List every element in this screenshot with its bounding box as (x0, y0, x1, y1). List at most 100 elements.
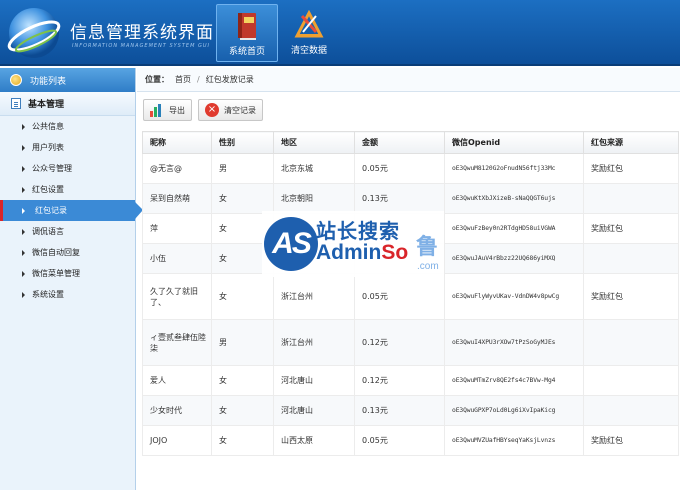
table-cell: 河北唐山 (273, 365, 355, 396)
globe-logo-icon (7, 8, 61, 58)
column-header: 金额 (354, 131, 445, 154)
table-row[interactable]: ィ壹贰叁肆伍陸柒男浙江台州 0.12元 oE3QwuI4XPU3rXOw7tPzSo… (142, 319, 679, 366)
table-cell: 女 (211, 365, 274, 396)
sidebar-heading: 功能列表 (30, 76, 67, 87)
sidebar-item[interactable]: 微信菜单管理 (0, 263, 135, 284)
clear-data-icon (294, 10, 324, 38)
nav-tab-clear-data[interactable]: 清空数据 (278, 4, 340, 62)
table-cell (583, 365, 679, 396)
export-button-label: 导出 (169, 105, 185, 115)
sidebar-group-label: 基本管理 (28, 100, 65, 110)
toolbar: 导出 × 清空记录 (137, 92, 680, 128)
table-cell: oE3QwuMVZUafHBYseqYaKsjLvnzs (444, 425, 584, 456)
sidebar-item[interactable]: 公众号管理 (0, 158, 135, 179)
sidebar-item-label: 微信菜单管理 (32, 269, 80, 278)
breadcrumb-current: 红包发放记录 (205, 75, 254, 84)
table-cell: oE3QwuFlyWyvUKav-VdnDW4v8pwCg (444, 273, 584, 320)
sidebar-item[interactable]: 微信自动回复 (0, 242, 135, 263)
breadcrumb-home[interactable]: 首页 (175, 74, 191, 85)
caret-right-icon (22, 124, 25, 130)
table-cell: 女 (211, 273, 274, 320)
table-row[interactable]: 久了久了就旧了、女浙江台州 0.05元 oE3QwuFlyWyvUKav-VdnDW… (142, 273, 679, 320)
caret-right-icon (22, 145, 25, 151)
sidebar-group-basic[interactable]: 基本管理 (0, 92, 135, 116)
table-row[interactable]: 爱人女河北唐山 0.12元 oE3QwuMTmZrv8QE2fs4c7BVw-Mg4 (142, 365, 679, 396)
close-circle-icon: × (205, 103, 219, 117)
main-content: 位置： 首页 / 红包发放记录 导出 × 清空记录 昵称 性别 地区 金额 微信Open… (137, 68, 680, 490)
table-cell: 久了久了就旧了、 (142, 273, 212, 320)
clear-records-button[interactable]: × 清空记录 (198, 99, 263, 121)
table-cell: oE3QwuJAuV4rBbzz22UQ686yiMXQ (444, 243, 584, 274)
watermark-brand-b: So (381, 241, 409, 264)
table-cell: 小伍 (142, 243, 212, 274)
caret-right-icon (22, 229, 25, 235)
red-packet-records-table: 昵称 性别 地区 金额 微信Openid 红包来源 @无言@ 男北京东城 0.05元 oE3Qw… (142, 131, 679, 456)
clear-records-button-label: 清空记录 (224, 105, 256, 115)
column-header: 地区 (273, 131, 355, 154)
watermark-badge: AS (264, 217, 318, 271)
table-cell (583, 183, 679, 214)
table-cell: 呆到自然萌 (142, 183, 212, 214)
sidebar-item[interactable]: 用户列表 (0, 137, 135, 158)
breadcrumb-separator: / (197, 75, 200, 84)
watermark-brand-a: Admin (316, 241, 382, 264)
table-cell (583, 243, 679, 274)
table-row[interactable]: @无言@ 男北京东城 0.05元 oE3QwuM8120G2oFnudN56ftj33… (142, 153, 679, 184)
nav-tab-clear-label: 清空数据 (290, 46, 327, 56)
caret-right-icon (22, 292, 25, 298)
caret-right-icon (22, 187, 25, 193)
table-cell: 北京东城 (273, 153, 355, 184)
table-cell: oE3QwuFzBey0n2RTdgHD58uiVGWA (444, 213, 584, 244)
app-header: 信息管理系统界面 INFORMATION MANAGEMENT SYSTEM G… (0, 0, 680, 66)
sidebar-item-label: 微信自动回复 (32, 248, 80, 257)
sidebar-header: 功能列表 (0, 68, 135, 92)
table-cell: oE3QwuM8120G2oFnudN56ftj33Mc (444, 153, 584, 184)
sidebar-item[interactable]: 红包设置 (0, 179, 135, 200)
watermark-brand: AdminSo (316, 241, 408, 265)
column-header: 微信Openid (444, 131, 584, 154)
breadcrumb-label: 位置： (145, 75, 169, 84)
function-list-icon (10, 74, 22, 86)
table-row[interactable]: 呆到自然萌女北京朝阳 0.13元 oE3QwuKtXbJXizeB-sNaQQGT6… (142, 183, 679, 214)
table-cell: 0.12元 (354, 319, 445, 366)
table-cell: 山西太原 (273, 425, 355, 456)
table-cell: 0.05元 (354, 273, 445, 320)
column-header: 红包来源 (583, 131, 679, 154)
adminso-watermark: AS 站长搜索 AdminSo 鲁 .com (262, 211, 444, 277)
table-cell: oE3QwuI4XPU3rXOw7tPzSoGyMJEs (444, 319, 584, 366)
sidebar-menu: 公共信息用户列表公众号管理红包设置红包记录 调侃语言微信自动回复 微信菜单管理系统设… (0, 116, 143, 305)
table-cell: 女 (211, 425, 274, 456)
table-cell: 奖励红包 (583, 153, 679, 184)
table-row[interactable]: JOJO 女山西太原 0.05元 oE3QwuMVZUafHBYseqYaKsjLvn… (142, 425, 679, 456)
sidebar-item[interactable]: 红包记录 (0, 200, 143, 221)
table-cell (583, 395, 679, 426)
bar-chart-icon (150, 103, 164, 117)
nav-tab-home[interactable]: 系统首页 (216, 4, 278, 62)
watermark-com: .com (417, 261, 439, 272)
table-cell: 0.05元 (354, 425, 445, 456)
caret-right-icon (22, 271, 25, 277)
export-button[interactable]: 导出 (143, 99, 192, 121)
column-header: 昵称 (142, 131, 212, 154)
table-cell: 女 (211, 395, 274, 426)
book-icon (238, 13, 256, 40)
table-header-row: 昵称 性别 地区 金额 微信Openid 红包来源 (142, 131, 679, 154)
table-row[interactable]: 少女时代女河北唐山 0.13元 oE3QwuGPXP7oLd0Lg6iXvIpaKi… (142, 395, 679, 426)
sidebar-item[interactable]: 公共信息 (0, 116, 135, 137)
table-cell: 奖励红包 (583, 425, 679, 456)
sidebar-item[interactable]: 调侃语言 (0, 221, 135, 242)
sidebar-item-label: 公共信息 (32, 122, 64, 131)
column-header: 性别 (211, 131, 274, 154)
table-cell: oE3QwuMTmZrv8QE2fs4c7BVw-Mg4 (444, 365, 584, 396)
watermark-top-text: 站长搜索 (316, 219, 400, 243)
nav-tab-home-label: 系统首页 (228, 47, 265, 57)
table-cell: oE3QwuGPXP7oLd0Lg6iXvIpaKicg (444, 395, 584, 426)
sidebar-item-label: 红包设置 (32, 185, 64, 194)
app-title: 信息管理系统界面 (70, 23, 214, 43)
table-cell: 0.12元 (354, 365, 445, 396)
sidebar-item-label: 用户列表 (32, 143, 64, 152)
table-cell: @无言@ (142, 153, 212, 184)
sidebar-item[interactable]: 系统设置 (0, 284, 135, 305)
table-cell: 女 (211, 183, 274, 214)
table-cell: 萍 (142, 213, 212, 244)
